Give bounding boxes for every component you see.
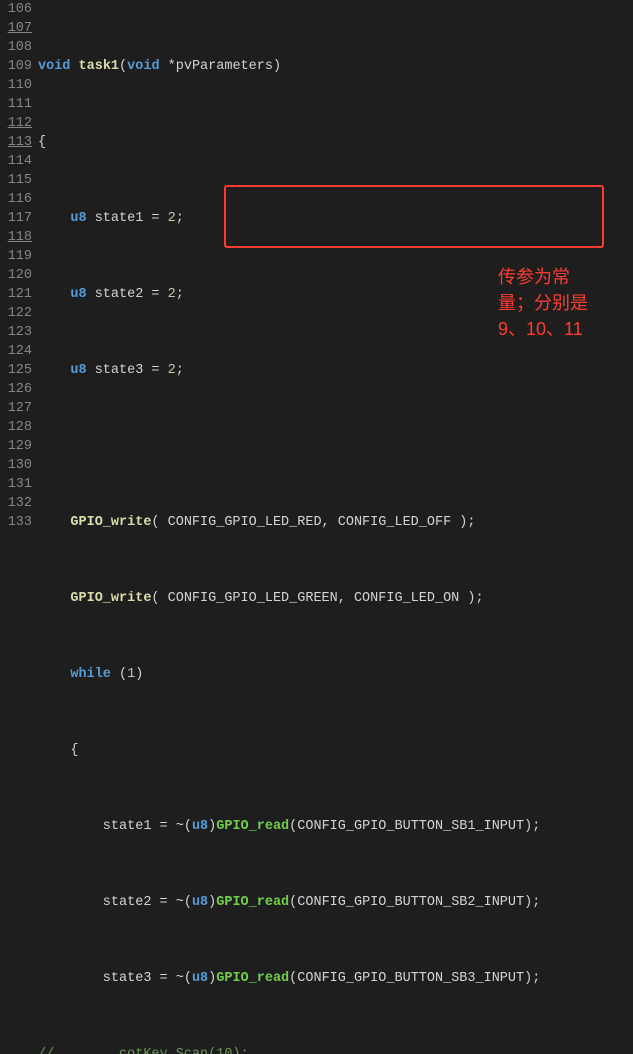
code-line: // cotKey_Scan(10); [38, 1045, 633, 1054]
type-name: u8 [70, 211, 86, 226]
code-area[interactable]: void task1(void *pvParameters) { u8 stat… [38, 0, 633, 1054]
line-number: 133 [0, 513, 32, 532]
keyword-void: void [127, 59, 159, 74]
line-number: 117 [0, 209, 32, 228]
gpio-read-call: GPIO_read [216, 971, 289, 986]
line-number: 109 [0, 57, 32, 76]
code-line: { [38, 133, 633, 152]
code-line [38, 437, 633, 456]
semicolon: ; [176, 363, 184, 378]
type-cast: u8 [192, 895, 208, 910]
var-decl: state2 = [87, 287, 168, 302]
code-line: state1 = ~(u8)GPIO_read(CONFIG_GPIO_BUTT… [38, 817, 633, 836]
number-literal: 2 [168, 363, 176, 378]
type-name: u8 [70, 287, 86, 302]
code-line: u8 state1 = 2; [38, 209, 633, 228]
var-decl: state1 = [87, 211, 168, 226]
code-line: GPIO_write( CONFIG_GPIO_LED_RED, CONFIG_… [38, 513, 633, 532]
line-number: 126 [0, 380, 32, 399]
line-number: 127 [0, 399, 32, 418]
line-number: 122 [0, 304, 32, 323]
keyword-void: void [38, 59, 70, 74]
function-call: GPIO_write [70, 515, 151, 530]
code-line: GPIO_write( CONFIG_GPIO_LED_GREEN, CONFI… [38, 589, 633, 608]
line-number-gutter: 1061071081091101111121131141151161171181… [0, 0, 38, 1054]
paren-open: ( [111, 667, 127, 682]
var-decl: state3 = [87, 363, 168, 378]
number-literal: 2 [168, 287, 176, 302]
number-literal: 2 [168, 211, 176, 226]
line-number: 130 [0, 456, 32, 475]
gpio-read-call: GPIO_read [216, 895, 289, 910]
line-number: 107 [0, 19, 32, 38]
line-number: 110 [0, 76, 32, 95]
paren-open: ( [119, 59, 127, 74]
paren-close: ) [208, 895, 216, 910]
line-number: 125 [0, 361, 32, 380]
comment-text: cotKey_Scan(10); [54, 1047, 248, 1054]
paren-close: ) [208, 971, 216, 986]
semicolon: ; [176, 211, 184, 226]
brace: { [38, 743, 79, 758]
code-editor[interactable]: 1061071081091101111121131141151161171181… [0, 0, 633, 1054]
code-line: state2 = ~(u8)GPIO_read(CONFIG_GPIO_BUTT… [38, 893, 633, 912]
code-line: u8 state3 = 2; [38, 361, 633, 380]
line-number: 113 [0, 133, 32, 152]
call-args: (CONFIG_GPIO_BUTTON_SB3_INPUT); [289, 971, 540, 986]
code-line: state3 = ~(u8)GPIO_read(CONFIG_GPIO_BUTT… [38, 969, 633, 988]
line-number: 116 [0, 190, 32, 209]
line-number: 108 [0, 38, 32, 57]
parameter: *pvParameters [160, 59, 273, 74]
line-number: 112 [0, 114, 32, 133]
assignment-lhs: state3 = ~( [38, 971, 192, 986]
paren-close: ) [135, 667, 143, 682]
gpio-read-call: GPIO_read [216, 819, 289, 834]
line-number: 128 [0, 418, 32, 437]
code-line: while (1) [38, 665, 633, 684]
type-name: u8 [70, 363, 86, 378]
line-number: 129 [0, 437, 32, 456]
code-line: void task1(void *pvParameters) [38, 57, 633, 76]
call-args: ( CONFIG_GPIO_LED_RED, CONFIG_LED_OFF ); [151, 515, 475, 530]
line-number: 132 [0, 494, 32, 513]
paren-close: ) [273, 59, 281, 74]
code-line: u8 state2 = 2; [38, 285, 633, 304]
line-number: 121 [0, 285, 32, 304]
call-args: ( CONFIG_GPIO_LED_GREEN, CONFIG_LED_ON )… [151, 591, 483, 606]
line-number: 123 [0, 323, 32, 342]
brace: { [38, 135, 46, 150]
call-args: (CONFIG_GPIO_BUTTON_SB2_INPUT); [289, 895, 540, 910]
line-number: 111 [0, 95, 32, 114]
type-cast: u8 [192, 819, 208, 834]
line-number: 124 [0, 342, 32, 361]
type-cast: u8 [192, 971, 208, 986]
semicolon: ; [176, 287, 184, 302]
assignment-lhs: state1 = ~( [38, 819, 192, 834]
function-name: task1 [79, 59, 120, 74]
line-number: 131 [0, 475, 32, 494]
line-number: 119 [0, 247, 32, 266]
line-number: 106 [0, 0, 32, 19]
paren-close: ) [208, 819, 216, 834]
line-number: 115 [0, 171, 32, 190]
number-literal: 1 [127, 667, 135, 682]
keyword-while: while [70, 667, 111, 682]
call-args: (CONFIG_GPIO_BUTTON_SB1_INPUT); [289, 819, 540, 834]
code-line: { [38, 741, 633, 760]
line-number: 114 [0, 152, 32, 171]
line-number: 118 [0, 228, 32, 247]
function-call: GPIO_write [70, 591, 151, 606]
assignment-lhs: state2 = ~( [38, 895, 192, 910]
line-number: 120 [0, 266, 32, 285]
comment-slashes: // [38, 1047, 54, 1054]
